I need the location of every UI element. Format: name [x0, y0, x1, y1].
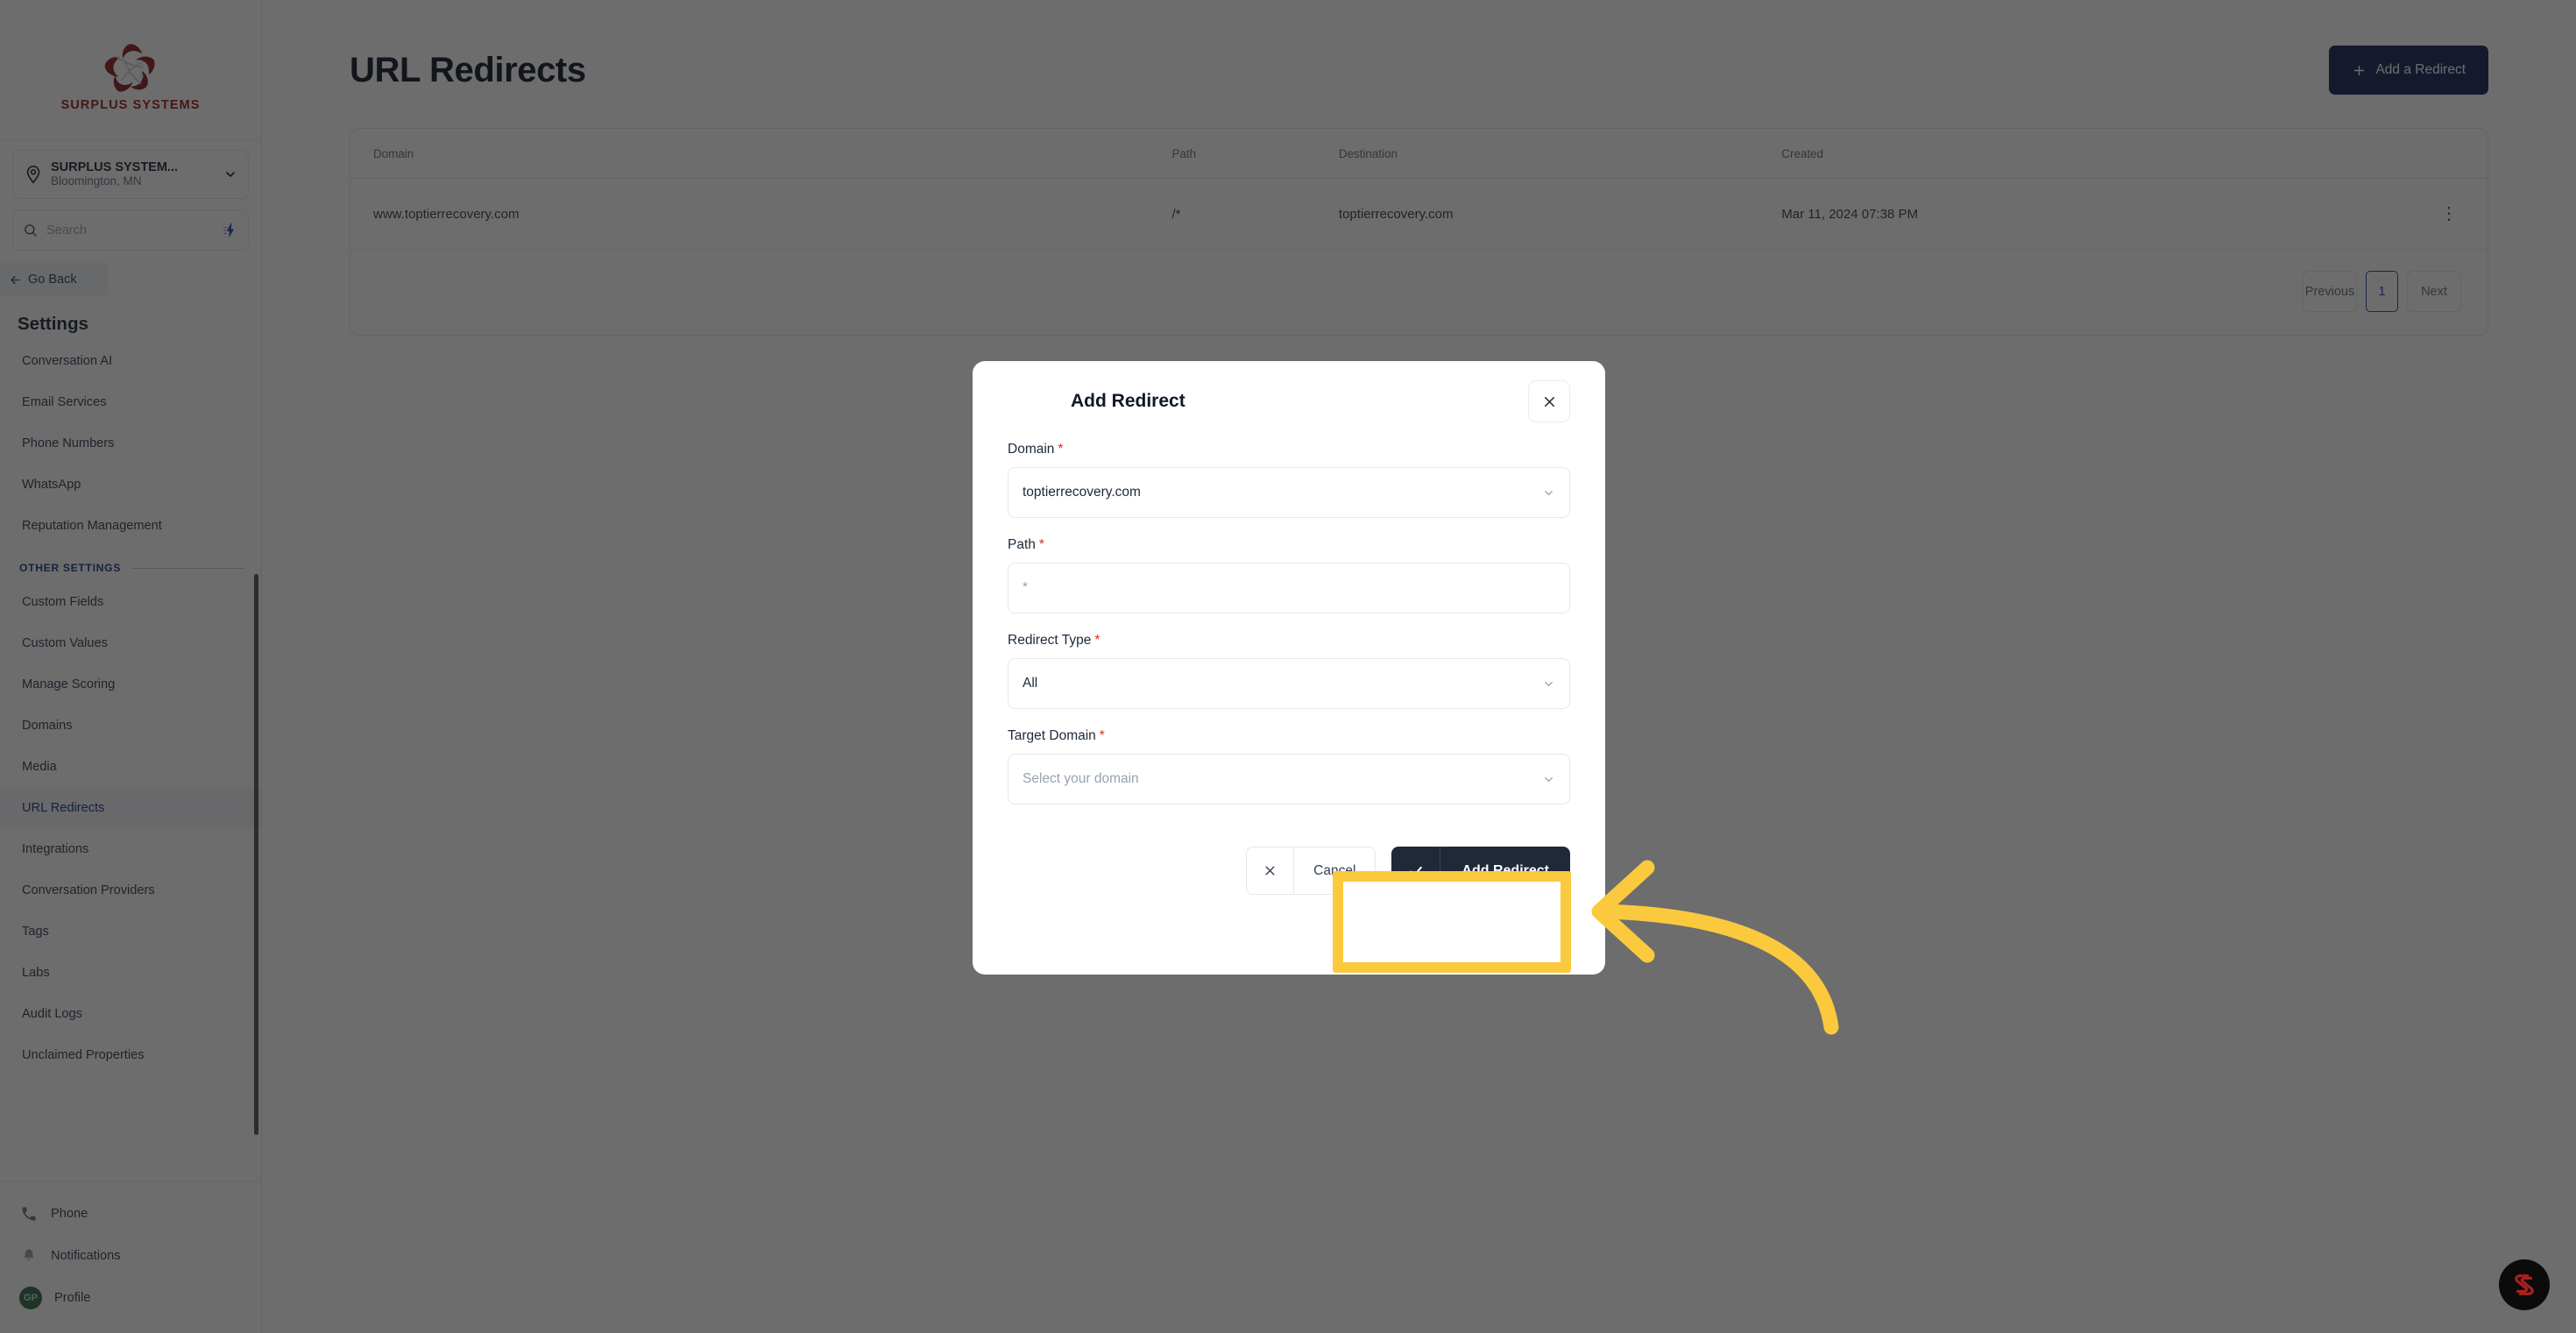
required-asterisk: * [1099, 728, 1105, 743]
support-fab-button[interactable] [2499, 1259, 2550, 1310]
required-asterisk: * [1058, 442, 1064, 457]
label-text: Target Domain [1008, 728, 1096, 743]
domain-select[interactable]: toptierrecovery.com [1008, 467, 1570, 518]
close-icon [1247, 847, 1295, 894]
chevron-down-icon [1545, 490, 1553, 495]
screen-root: SURPLUS SYSTEMS SURPLUS SYSTEM... Bloomi… [0, 0, 2576, 1333]
highlight-box [1333, 871, 1571, 973]
required-asterisk: * [1094, 633, 1100, 648]
support-logo-icon [2515, 1274, 2534, 1295]
close-icon [1544, 396, 1554, 407]
label-text: Redirect Type [1008, 633, 1092, 648]
curved-arrow-left-icon [1591, 860, 1839, 1035]
label-text: Path [1008, 537, 1036, 552]
field-target-domain: Target Domain * Select your domain [1008, 728, 1570, 805]
field-domain: Domain * toptierrecovery.com [1008, 442, 1570, 518]
target-domain-placeholder: Select your domain [1023, 771, 1139, 786]
domain-select-value: toptierrecovery.com [1023, 485, 1141, 500]
modal-title: Add Redirect [1071, 391, 1185, 411]
field-label-path: Path * [1008, 537, 1570, 553]
chevron-down-icon [1545, 681, 1553, 686]
chevron-down-icon [1545, 776, 1553, 782]
field-label-target-domain: Target Domain * [1008, 728, 1570, 744]
path-field[interactable] [1008, 563, 1570, 613]
target-domain-select[interactable]: Select your domain [1008, 754, 1570, 805]
field-redirect-type: Redirect Type * All [1008, 633, 1570, 709]
field-label-redirect-type: Redirect Type * [1008, 633, 1570, 649]
redirect-type-select[interactable]: All [1008, 658, 1570, 709]
field-label-domain: Domain * [1008, 442, 1570, 457]
field-path: Path * [1008, 537, 1570, 613]
modal-close-button[interactable] [1528, 380, 1570, 422]
path-input[interactable] [1023, 580, 1555, 596]
modal-header: Add Redirect [1008, 361, 1570, 442]
redirect-type-value: All [1023, 676, 1038, 691]
required-asterisk: * [1038, 537, 1044, 552]
label-text: Domain [1008, 442, 1055, 457]
